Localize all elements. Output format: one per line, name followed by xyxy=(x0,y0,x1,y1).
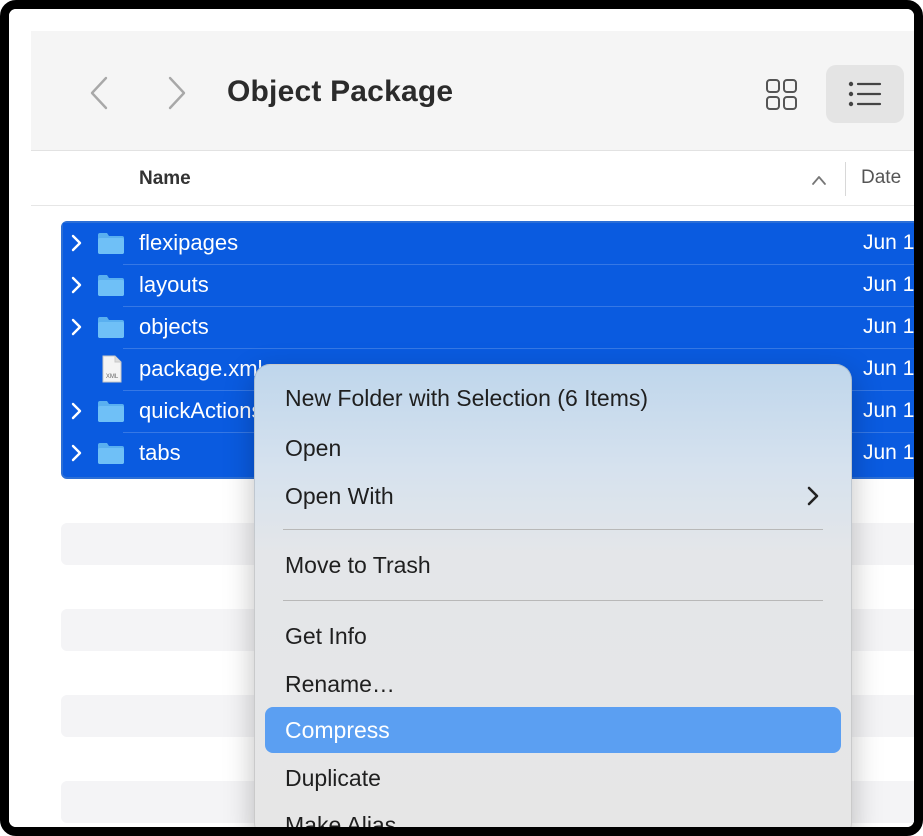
menu-item-label: New Folder with Selection (6 Items) xyxy=(285,385,649,411)
file-name: tabs xyxy=(139,440,181,465)
menu-separator xyxy=(283,529,823,530)
list-item[interactable]: flexipages Jun 1 xyxy=(63,223,914,265)
folder-icon xyxy=(98,233,124,254)
disclosure-triangle-icon[interactable] xyxy=(71,234,83,252)
chevron-right-icon xyxy=(807,486,819,506)
menu-item-compress[interactable]: Compress xyxy=(265,707,841,753)
chevron-right-icon xyxy=(168,76,186,110)
menu-item-label: Rename… xyxy=(285,671,395,697)
sort-ascending-icon[interactable] xyxy=(811,174,827,186)
menu-item-new-folder-with-selection[interactable]: New Folder with Selection (6 Items) xyxy=(265,375,841,421)
xml-icon-label: XML xyxy=(106,374,119,380)
file-date: Jun 1 xyxy=(863,357,914,380)
file-date: Jun 1 xyxy=(863,441,914,464)
list-item[interactable]: layouts Jun 1 xyxy=(63,265,914,307)
disclosure-triangle-icon[interactable] xyxy=(71,402,83,420)
list-icon xyxy=(848,81,882,107)
date-column-header[interactable]: Date xyxy=(861,167,901,189)
back-button[interactable] xyxy=(79,65,119,121)
xml-file-icon: XML xyxy=(102,355,122,383)
file-date: Jun 1 xyxy=(863,399,914,422)
menu-item-label: Open With xyxy=(285,483,394,509)
folder-icon xyxy=(98,317,124,338)
screenshot-frame: Object Package Name Date flexipages Jun … xyxy=(0,0,923,836)
icon-view-button[interactable] xyxy=(758,71,806,119)
toolbar: Object Package xyxy=(31,31,914,151)
menu-item-label: Open xyxy=(285,435,342,461)
menu-item-make-alias[interactable]: Make Alias xyxy=(265,802,841,827)
menu-item-label: Compress xyxy=(285,717,390,743)
menu-item-open[interactable]: Open xyxy=(265,425,841,471)
grid-icon xyxy=(766,79,797,110)
menu-item-label: Make Alias xyxy=(285,812,397,827)
menu-separator xyxy=(283,600,823,601)
menu-item-get-info[interactable]: Get Info xyxy=(265,613,841,659)
menu-item-duplicate[interactable]: Duplicate xyxy=(265,755,841,801)
menu-item-open-with[interactable]: Open With xyxy=(265,473,841,519)
menu-item-label: Duplicate xyxy=(285,765,381,791)
window-title: Object Package xyxy=(227,75,454,108)
menu-item-label: Get Info xyxy=(285,623,367,649)
file-date: Jun 1 xyxy=(863,273,914,296)
name-column-header[interactable]: Name xyxy=(139,168,191,190)
disclosure-triangle-icon[interactable] xyxy=(71,444,83,462)
file-name: objects xyxy=(139,314,209,339)
menu-item-move-to-trash[interactable]: Move to Trash xyxy=(265,542,841,588)
disclosure-triangle-icon[interactable] xyxy=(71,318,83,336)
disclosure-triangle-icon[interactable] xyxy=(71,276,83,294)
chevron-left-icon xyxy=(90,76,108,110)
context-menu: New Folder with Selection (6 Items) Open… xyxy=(254,364,852,827)
file-name: quickActions xyxy=(139,398,263,423)
file-name: layouts xyxy=(139,272,209,297)
folder-icon xyxy=(98,401,124,422)
finder-window: Object Package Name Date flexipages Jun … xyxy=(9,9,914,827)
forward-button[interactable] xyxy=(157,65,197,121)
column-header: Name Date xyxy=(31,152,914,206)
list-view-button[interactable] xyxy=(826,65,904,123)
menu-item-label: Move to Trash xyxy=(285,552,431,578)
list-item[interactable]: objects Jun 1 xyxy=(63,307,914,349)
folder-icon xyxy=(98,443,124,464)
menu-item-rename[interactable]: Rename… xyxy=(265,661,841,707)
file-name: package.xml xyxy=(139,356,263,381)
column-divider[interactable] xyxy=(845,162,846,196)
file-date: Jun 1 xyxy=(863,315,914,338)
file-date: Jun 1 xyxy=(863,231,914,254)
folder-icon xyxy=(98,275,124,296)
file-name: flexipages xyxy=(139,230,239,255)
